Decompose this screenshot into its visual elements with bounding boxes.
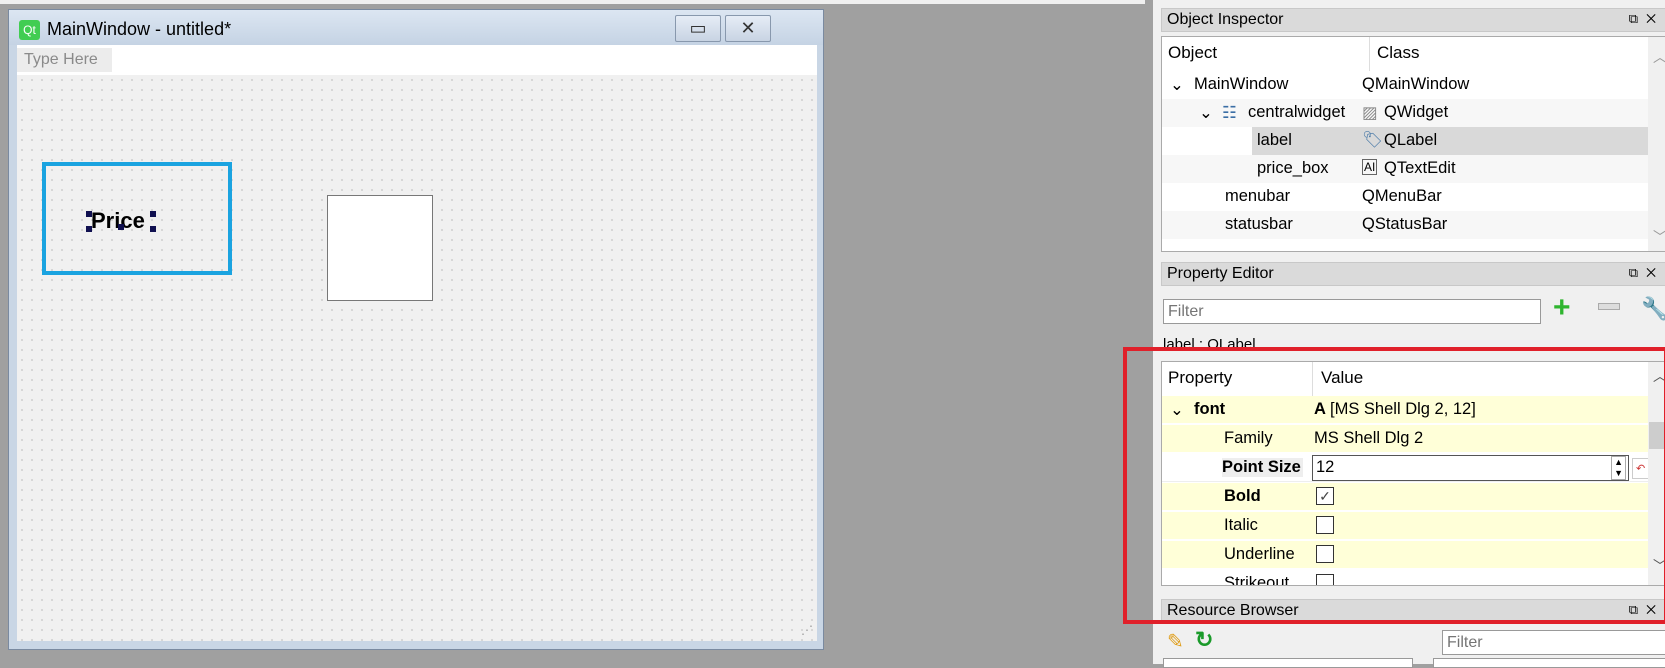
resize-handle[interactable]	[86, 211, 92, 217]
column-header-object[interactable]: Object	[1168, 37, 1217, 71]
layout-broken-icon: ☷	[1222, 104, 1237, 122]
top-strip	[0, 0, 1145, 4]
configure-wrench-icon[interactable]: 🔧	[1641, 296, 1665, 322]
object-class: QTextEdit	[1384, 159, 1456, 177]
property-editor-title-bar: Property Editor ⧉✕	[1161, 262, 1665, 286]
object-class: QMenuBar	[1362, 187, 1442, 205]
column-header-class[interactable]: Class	[1369, 37, 1420, 71]
object-inspector-title-bar: Object Inspector ⧉✕	[1161, 8, 1665, 32]
float-icon[interactable]: ⧉	[1629, 11, 1646, 26]
property-editor-title: Property Editor	[1167, 265, 1274, 282]
remove-dynamic-property-button[interactable]	[1598, 303, 1620, 310]
add-dynamic-property-button[interactable]: +	[1553, 293, 1571, 323]
object-tree: Object Class ⌄ MainWindow QMainWindow ⌄ …	[1161, 36, 1665, 252]
resize-handle[interactable]	[150, 211, 156, 217]
reload-icon[interactable]: ↻	[1195, 627, 1213, 653]
object-inspector-title: Object Inspector	[1167, 11, 1284, 28]
resource-filter-input[interactable]	[1442, 630, 1665, 655]
form-title-bar[interactable]: Qt MainWindow - untitled* ▭ ✕	[9, 10, 823, 45]
widget-icon: ▨	[1362, 104, 1378, 122]
property-filter-input[interactable]	[1163, 299, 1541, 324]
textedit-icon: AI	[1362, 159, 1378, 175]
close-icon[interactable]: ✕	[1646, 265, 1664, 280]
edit-resources-pencil-icon[interactable]: ✎	[1167, 629, 1184, 654]
price-box-textedit[interactable]	[327, 195, 433, 301]
tree-row-selected[interactable]: label 🏷 QLabel	[1162, 127, 1665, 155]
close-icon: ✕	[740, 18, 756, 38]
object-name: MainWindow	[1194, 75, 1289, 93]
highlight-annotation-box	[1123, 347, 1665, 624]
form-title: MainWindow - untitled*	[47, 19, 232, 39]
price-label[interactable]: Price	[91, 208, 145, 234]
form-window: Qt MainWindow - untitled* ▭ ✕ Type Here …	[8, 9, 824, 650]
label-tag-icon: 🏷	[1362, 131, 1383, 149]
chevron-down-icon[interactable]: ⌄	[1199, 103, 1213, 123]
object-name: label	[1257, 131, 1292, 149]
float-icon[interactable]: ⧉	[1629, 265, 1646, 280]
object-name: price_box	[1257, 159, 1329, 177]
resource-list[interactable]	[1433, 658, 1665, 668]
object-name: centralwidget	[1248, 103, 1346, 121]
resize-handle[interactable]	[118, 224, 124, 230]
object-class: QMainWindow	[1362, 75, 1470, 93]
minimize-button[interactable]: ▭	[675, 15, 721, 42]
tree-row[interactable]: statusbar QStatusBar	[1162, 211, 1665, 239]
resize-handle[interactable]	[86, 226, 92, 232]
menubar-type-here[interactable]: Type Here	[17, 48, 112, 72]
minimize-icon: ▭	[689, 18, 707, 38]
object-name: statusbar	[1225, 215, 1293, 233]
object-class: QWidget	[1384, 103, 1449, 121]
object-class: QLabel	[1384, 131, 1438, 149]
qt-logo-icon: Qt	[19, 20, 40, 40]
tree-row[interactable]: ⌄ ☷ centralwidget ▨ QWidget	[1162, 99, 1665, 127]
size-grip-icon[interactable]: ⋰	[801, 623, 813, 637]
form-menubar: Type Here	[17, 45, 817, 75]
resize-handle[interactable]	[150, 226, 156, 232]
chevron-down-icon[interactable]: ⌄	[1170, 75, 1184, 95]
form-canvas[interactable]: Price ⋰	[17, 75, 817, 641]
resource-tree[interactable]	[1163, 658, 1413, 668]
object-name: menubar	[1225, 187, 1291, 205]
tree-row[interactable]: menubar QMenuBar	[1162, 183, 1665, 211]
tree-row[interactable]: price_box AI QTextEdit	[1162, 155, 1665, 183]
object-class: QStatusBar	[1362, 215, 1448, 233]
object-tree-scrollbar[interactable]: ︿﹀	[1648, 37, 1665, 251]
label-widget-selected[interactable]: Price	[42, 162, 232, 275]
tree-row[interactable]: ⌄ MainWindow QMainWindow	[1162, 71, 1665, 99]
close-icon[interactable]: ✕	[1646, 11, 1664, 26]
close-button[interactable]: ✕	[725, 15, 771, 42]
